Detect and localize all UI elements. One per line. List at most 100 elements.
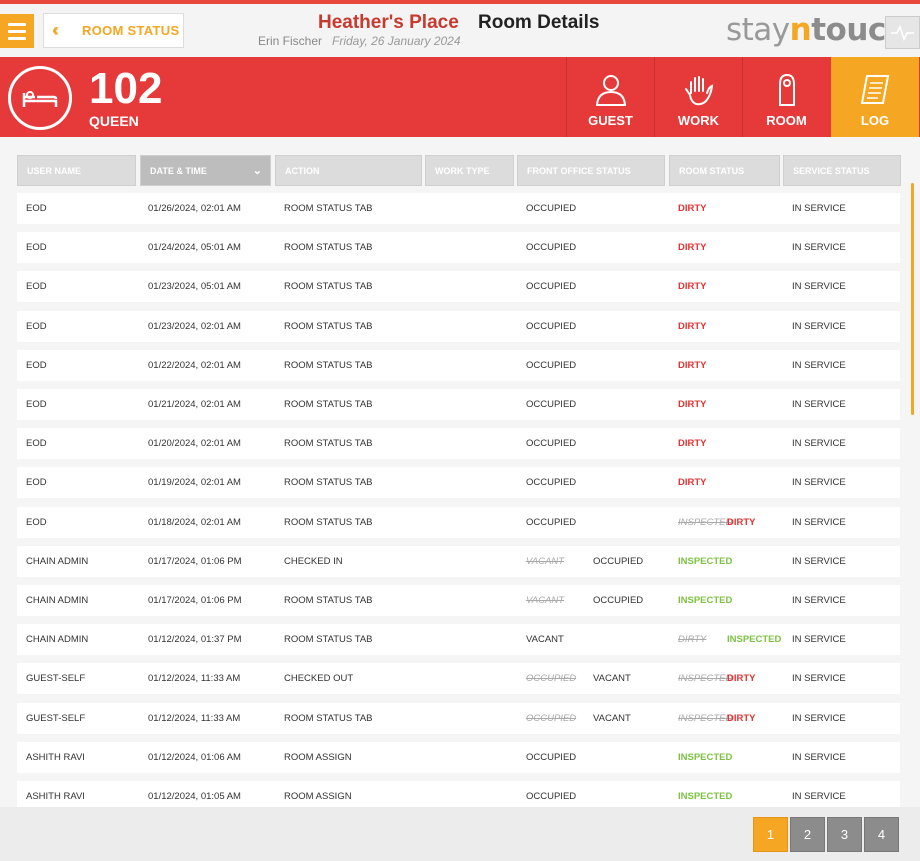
page-3-button[interactable]: 3 <box>827 817 862 852</box>
cell-front-office-status: OCCUPIED <box>526 791 577 802</box>
page-1-button[interactable]: 1 <box>753 817 788 852</box>
cell-service-status: IN SERVICE <box>792 595 846 606</box>
cell-user-name: EOD <box>26 203 47 214</box>
table-row[interactable]: GUEST-SELF 01/12/2024, 11:33 AM CHECKED OU… <box>17 663 900 695</box>
table-row[interactable]: EOD 01/20/2024, 02:01 AM ROOM STATUS TAB OC… <box>17 428 900 460</box>
cell-date-time: 01/12/2024, 01:06 AM <box>148 751 241 763</box>
cell-room-status-old: INSPECTED <box>678 712 733 724</box>
cell-date-time: 01/18/2024, 02:01 AM <box>148 516 241 528</box>
cell-room-status: INSPECTED <box>678 791 733 802</box>
cell-user-name: EOD <box>26 281 47 293</box>
logo-part: stay <box>726 12 790 48</box>
cell-user-name: GUEST-SELF <box>26 712 86 724</box>
table-row[interactable]: GUEST-SELF 01/12/2024, 11:33 AM ROOM STATU… <box>17 702 900 734</box>
cell-date-time: 01/19/2024, 02:01 AM <box>148 477 241 489</box>
cell-front-office-status: OCCUPIED <box>526 477 577 489</box>
cell-action: ROOM STATUS TAB <box>284 242 373 254</box>
col-header-service-status[interactable]: SERVICE STATUS <box>783 155 901 186</box>
activity-button[interactable] <box>885 16 920 49</box>
cell-front-office-old: VACANT <box>526 555 565 567</box>
tab-room[interactable]: ROOM <box>742 57 830 137</box>
table-row[interactable]: EOD 01/21/2024, 02:01 AM ROOM STATUS TAB OC… <box>17 389 900 420</box>
page-4-button[interactable]: 4 <box>864 817 899 852</box>
cell-room-status: DIRTY <box>678 242 707 254</box>
cell-front-office-status: OCCUPIED <box>526 242 577 254</box>
col-header-work-type[interactable]: WORK TYPE <box>425 155 514 186</box>
cell-user-name: CHAIN ADMIN <box>26 555 89 567</box>
tab-log[interactable]: LOG <box>831 57 919 145</box>
cell-service-status: IN SERVICE <box>792 791 846 802</box>
cell-action: ROOM STATUS TAB <box>284 359 373 371</box>
cell-action: ROOM STATUS TAB <box>284 477 373 489</box>
table-row[interactable]: ASHITH RAVI 01/12/2024, 01:05 AM ROOM ASSI… <box>17 781 900 807</box>
cell-service-status: IN SERVICE <box>792 320 846 332</box>
menu-button[interactable] <box>0 14 34 48</box>
cell-service-status: IN SERVICE <box>792 399 846 410</box>
cell-room-status: DIRTY <box>678 320 707 332</box>
log-table: USER NAME DATE & TIME ⌄ ACTION WORK TYPE… <box>0 137 920 807</box>
cell-room-status: DIRTY <box>727 712 756 724</box>
hotel-name: Heather's Place <box>318 12 459 33</box>
cell-room-status: INSPECTED <box>678 751 733 763</box>
table-row[interactable]: EOD 01/18/2024, 02:01 AM ROOM STATUS TAB OC… <box>17 506 900 538</box>
table-row[interactable]: ASHITH RAVI 01/12/2024, 01:06 AM ROOM ASSI… <box>17 741 900 773</box>
pulse-icon <box>891 24 914 42</box>
table-row[interactable]: CHAIN ADMIN 01/17/2024, 01:06 PM CHECKED I… <box>17 545 900 577</box>
table-row[interactable]: CHAIN ADMIN 01/17/2024, 01:06 PM ROOM STAT… <box>17 585 900 616</box>
cell-date-time: 01/12/2024, 01:37 PM <box>148 634 242 646</box>
menu-icon-bar <box>8 29 26 33</box>
col-header-label: DATE & TIME <box>150 165 207 176</box>
cell-front-office-status: OCCUPIED <box>526 359 577 371</box>
col-header-room-status[interactable]: ROOM STATUS <box>669 155 780 186</box>
col-header-action[interactable]: ACTION <box>275 155 422 186</box>
page-2-button[interactable]: 2 <box>790 817 825 852</box>
table-row[interactable]: EOD 01/24/2024, 05:01 AM ROOM STATUS TAB OC… <box>17 232 900 264</box>
cell-action: ROOM STATUS TAB <box>284 438 373 450</box>
col-header-front-office-status[interactable]: FRONT OFFICE STATUS <box>517 155 665 186</box>
cell-date-time: 01/23/2024, 02:01 AM <box>148 320 241 332</box>
table-row[interactable]: EOD 01/23/2024, 05:01 AM ROOM STATUS TAB OC… <box>17 271 900 303</box>
cell-room-status-old: INSPECTED <box>678 673 733 685</box>
cell-service-status: IN SERVICE <box>792 359 846 371</box>
cell-front-office-status: VACANT <box>593 673 631 685</box>
table-row[interactable]: EOD 01/23/2024, 02:01 AM ROOM STATUS TAB OC… <box>17 310 900 342</box>
cell-action: ROOM STATUS TAB <box>284 320 373 332</box>
cell-action: ROOM STATUS TAB <box>284 712 373 724</box>
cell-front-office-status: VACANT <box>593 712 631 724</box>
back-button-label: ROOM STATUS <box>82 23 180 38</box>
logo-part: n <box>789 12 812 48</box>
cell-front-office-status: OCCUPIED <box>526 516 577 528</box>
cell-front-office-status: OCCUPIED <box>526 281 577 293</box>
col-header-date-time[interactable]: DATE & TIME ⌄ <box>140 155 271 186</box>
col-header-user-name[interactable]: USER NAME <box>17 155 136 186</box>
tab-guest[interactable]: GUEST <box>566 57 654 137</box>
table-row[interactable]: EOD 01/19/2024, 02:01 AM ROOM STATUS TAB OC… <box>17 467 900 499</box>
cell-user-name: EOD <box>26 399 47 410</box>
table-row[interactable]: CHAIN ADMIN 01/12/2024, 01:37 PM ROOM STAT… <box>17 624 900 656</box>
bed-icon <box>22 91 58 107</box>
cell-room-status: DIRTY <box>678 203 707 214</box>
back-to-room-status-button[interactable]: ‹‹ ROOM STATUS <box>43 13 184 48</box>
cell-front-office-status: OCCUPIED <box>526 438 577 450</box>
table-row[interactable]: EOD 01/22/2024, 02:01 AM ROOM STATUS TAB OC… <box>17 349 900 381</box>
tab-work[interactable]: WORK <box>654 57 742 137</box>
cell-service-status: IN SERVICE <box>792 634 846 646</box>
guest-icon <box>595 75 626 106</box>
cell-user-name: EOD <box>26 320 47 332</box>
cell-room-status: DIRTY <box>678 281 707 293</box>
cell-date-time: 01/22/2024, 02:01 AM <box>148 359 241 371</box>
cell-service-status: IN SERVICE <box>792 555 846 567</box>
scrollbar[interactable] <box>911 183 914 415</box>
cell-room-status: DIRTY <box>678 477 707 489</box>
door-hanger-icon <box>778 73 795 106</box>
log-icon <box>860 75 890 104</box>
chevron-down-icon: ⌄ <box>252 165 262 177</box>
header: ‹‹ ROOM STATUS Heather's Place Room Deta… <box>0 4 920 57</box>
cell-front-office-status: OCCUPIED <box>526 399 577 410</box>
cell-front-office-status: OCCUPIED <box>593 595 644 606</box>
cell-room-status: INSPECTED <box>727 634 782 646</box>
cell-service-status: IN SERVICE <box>792 281 846 293</box>
table-row[interactable]: EOD 01/26/2024, 02:01 AM ROOM STATUS TAB OC… <box>17 193 900 224</box>
cell-user-name: GUEST-SELF <box>26 673 86 685</box>
cell-room-status: INSPECTED <box>678 595 733 606</box>
